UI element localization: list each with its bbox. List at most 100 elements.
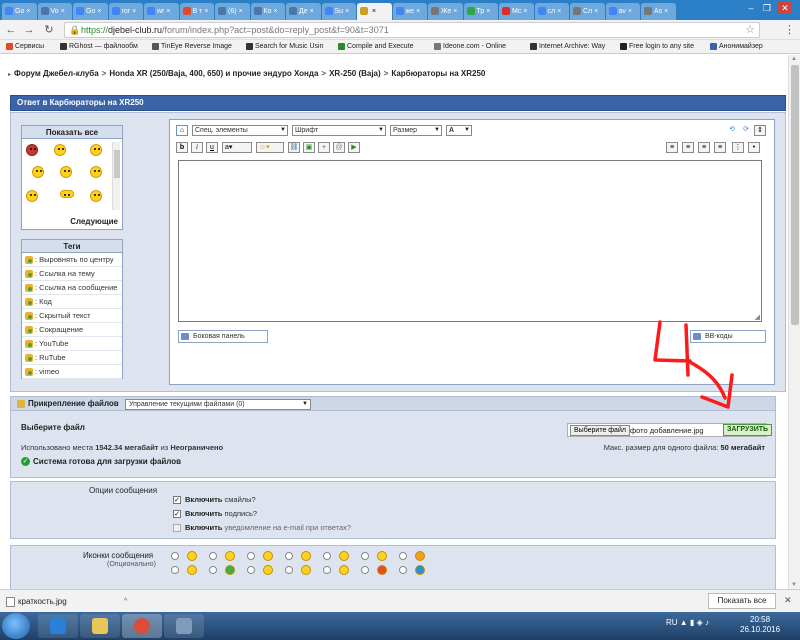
icon-radio[interactable]: [247, 566, 255, 574]
scroll-up-icon[interactable]: ▲: [791, 56, 797, 62]
align-center-icon[interactable]: ≡: [682, 142, 694, 153]
browser-tab[interactable]: Vo ×: [37, 3, 72, 20]
browser-tab[interactable]: же ×: [392, 3, 427, 20]
smiley-icon[interactable]: [60, 166, 72, 178]
download-item[interactable]: краткость.jpg ^: [4, 593, 134, 610]
home-icon[interactable]: ⌂: [176, 125, 188, 136]
icon-radio[interactable]: [361, 566, 369, 574]
smilies-next-link[interactable]: Следующие: [70, 217, 118, 226]
bookmark-item[interactable]: Internet Archive: Way: [530, 41, 605, 53]
text-format-button[interactable]: a▾: [222, 142, 252, 153]
tab-close-icon[interactable]: ×: [26, 8, 30, 15]
smiley-party-icon[interactable]: [54, 144, 66, 156]
tab-close-icon[interactable]: ×: [594, 8, 598, 15]
insert-icon[interactable]: +: [318, 142, 330, 153]
icon-radio[interactable]: [361, 552, 369, 560]
size-select[interactable]: Размер: [390, 125, 442, 136]
tab-close-icon[interactable]: ×: [239, 8, 243, 15]
bookmark-item[interactable]: Compile and Execute: [338, 41, 414, 53]
reload-icon[interactable]: ↻: [42, 23, 56, 37]
tag-item[interactable]: : Ссылка на сообщение: [22, 281, 122, 295]
tab-close-icon[interactable]: ×: [523, 8, 527, 15]
tab-close-icon[interactable]: ×: [132, 8, 136, 15]
tag-item[interactable]: : RuTube: [22, 351, 122, 365]
browser-tab[interactable]: Де ×: [286, 3, 321, 20]
browser-tab[interactable]: сл ×: [534, 3, 569, 20]
tag-item[interactable]: : YouTube: [22, 337, 122, 351]
scrollbar-thumb[interactable]: [791, 65, 799, 325]
maximize-icon[interactable]: ❐: [760, 2, 774, 14]
smiley-icon[interactable]: [26, 190, 38, 202]
icon-radio[interactable]: [323, 566, 331, 574]
tab-close-icon[interactable]: ×: [486, 8, 490, 15]
tag-item[interactable]: : vimeo: [22, 365, 122, 379]
tab-close-icon[interactable]: ×: [453, 8, 457, 15]
font-color-select[interactable]: A: [446, 125, 472, 136]
language-indicator[interactable]: RU: [666, 618, 678, 627]
smiley-icon[interactable]: [90, 166, 102, 178]
bookmark-item[interactable]: Анонимайзер: [710, 41, 763, 53]
tab-close-icon[interactable]: ×: [310, 8, 314, 15]
bookmark-item[interactable]: TinEye Reverse Image: [152, 41, 232, 53]
show-all-smilies[interactable]: Показать все: [22, 126, 122, 139]
align-left-icon[interactable]: ≡: [666, 142, 678, 153]
align-right-icon[interactable]: ≡: [698, 142, 710, 153]
browser-tab[interactable]: (6) ×: [215, 3, 250, 20]
back-icon[interactable]: ←: [4, 23, 18, 37]
tab-close-icon[interactable]: ×: [557, 8, 561, 15]
tray-icons[interactable]: ▲ ▮ ◈ ♪: [680, 618, 709, 627]
play-icon[interactable]: ▶: [348, 142, 360, 153]
browser-tab[interactable]: ×: [357, 3, 392, 20]
bookmark-item[interactable]: Ideone.com - Online: [434, 41, 506, 53]
browser-tab[interactable]: As ×: [641, 3, 676, 20]
browser-tab[interactable]: Сл ×: [570, 3, 605, 20]
browser-tab[interactable]: Же ×: [428, 3, 463, 20]
tag-item[interactable]: : Выровнять по центру: [22, 253, 122, 267]
undo-icon[interactable]: ⟳: [740, 125, 752, 136]
browser-tab[interactable]: Su ×: [321, 3, 356, 20]
forward-icon[interactable]: →: [22, 23, 36, 37]
bookmark-item[interactable]: Search for Music Usin: [246, 41, 323, 53]
icon-radio[interactable]: [399, 552, 407, 560]
special-elements-select[interactable]: Спец. элементы: [192, 125, 288, 136]
icon-radio[interactable]: [399, 566, 407, 574]
tab-close-icon[interactable]: ×: [664, 8, 668, 15]
font-select[interactable]: Шрифт: [292, 125, 386, 136]
browser-tab[interactable]: Ко ×: [250, 3, 285, 20]
tab-close-icon[interactable]: ×: [166, 8, 170, 15]
smiley-menu-button[interactable]: ☺▾: [256, 142, 284, 153]
breadcrumb-xr250[interactable]: XR-250 (Baja): [329, 69, 381, 78]
show-all-downloads-button[interactable]: Показать все: [708, 593, 776, 609]
clock[interactable]: 20:58 26.10.2016: [740, 615, 780, 635]
page-scrollbar[interactable]: ▲ ▼: [788, 55, 800, 589]
image-icon[interactable]: ▣: [303, 142, 315, 153]
option-checkbox[interactable]: [173, 524, 181, 533]
breadcrumb-forum[interactable]: Форум Джебел-клуба: [14, 69, 99, 78]
chevron-up-icon[interactable]: ^: [124, 593, 127, 610]
manage-files-select[interactable]: Управление текущими файлами (0): [125, 399, 311, 410]
bookmark-item[interactable]: Сервисы: [6, 41, 44, 53]
smilies-scrollbar[interactable]: [112, 142, 120, 210]
icon-radio[interactable]: [285, 552, 293, 560]
smiley-icon[interactable]: [32, 166, 44, 178]
bold-button[interactable]: b: [176, 142, 188, 153]
icon-radio[interactable]: [171, 566, 179, 574]
tag-item[interactable]: : Скрытый текст: [22, 309, 122, 323]
choose-file-button[interactable]: Выберите файл: [570, 425, 630, 436]
browser-tab[interactable]: wr ×: [144, 3, 179, 20]
tab-close-icon[interactable]: ×: [204, 8, 208, 15]
taskbar-explorer[interactable]: [80, 614, 120, 638]
browser-tab[interactable]: Go ×: [73, 3, 108, 20]
icon-radio[interactable]: [209, 566, 217, 574]
resize-icon[interactable]: ⇕: [754, 125, 766, 136]
address-bar[interactable]: 🔒 https://djebel-club.ru/forum/index.php…: [64, 22, 760, 38]
message-textarea[interactable]: ◢: [178, 160, 762, 322]
taskbar-app[interactable]: [164, 614, 204, 638]
align-justify-icon[interactable]: ≡: [714, 142, 726, 153]
icon-radio[interactable]: [171, 552, 179, 560]
browser-tab[interactable]: ror ×: [108, 3, 143, 20]
sidebar-panel-button[interactable]: Боковая панель: [178, 330, 268, 343]
resize-grip-icon[interactable]: ◢: [755, 313, 760, 321]
close-download-bar-icon[interactable]: ✕: [784, 595, 792, 606]
smiley-icon[interactable]: [90, 144, 102, 156]
